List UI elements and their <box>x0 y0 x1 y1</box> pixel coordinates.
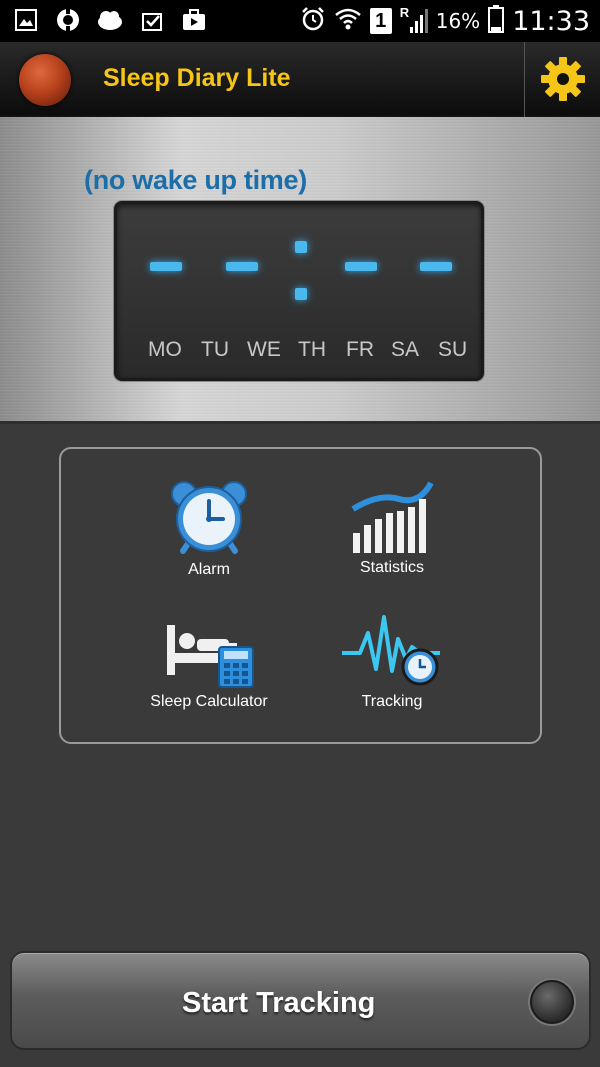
sim-icon: 1 <box>369 8 392 34</box>
wake-time-panel: (no wake up time) MO TU WE TH FR SA SU <box>0 117 600 424</box>
tracking-icon <box>342 615 440 686</box>
hour-digit-1-dash <box>150 262 182 271</box>
clipboard-check-icon <box>138 6 166 34</box>
app-header: Sleep Diary Lite <box>0 42 600 117</box>
day-th: TH <box>298 338 326 361</box>
battery-percent: 16% <box>435 9 481 33</box>
gear-icon <box>541 57 585 101</box>
menu-item-tracking[interactable]: Tracking <box>332 609 452 711</box>
minute-digit-2-dash <box>420 262 452 271</box>
sim-slot-label: 1 <box>375 10 387 32</box>
header-divider <box>524 42 525 117</box>
day-we: WE <box>247 338 281 361</box>
day-sa: SA <box>391 338 420 361</box>
statistics-icon <box>351 481 434 553</box>
menu-item-sleep-calculator-label: Sleep Calculator <box>150 693 268 710</box>
gallery-icon <box>12 6 40 34</box>
signal-icon: R <box>400 5 428 35</box>
indicator-light-icon <box>530 980 574 1024</box>
alarm-icon <box>300 6 326 37</box>
battery-icon <box>488 4 505 38</box>
day-fr: FR <box>346 338 374 361</box>
menu-item-alarm[interactable]: Alarm <box>149 479 269 579</box>
menu-item-sleep-calculator[interactable]: Sleep Calculator <box>131 617 287 711</box>
start-tracking-label: Start Tracking <box>182 987 376 1019</box>
alarm-clock-icon <box>171 481 247 554</box>
minute-digit-1-dash <box>345 262 377 271</box>
day-tu: TU <box>201 338 229 361</box>
app-title: Sleep Diary Lite <box>103 64 291 92</box>
clock-time: 11:33 <box>512 5 590 37</box>
colon-top <box>295 241 307 253</box>
start-tracking-button[interactable]: Start Tracking <box>10 951 591 1050</box>
sleep-calculator-icon <box>167 625 254 688</box>
main-menu: Alarm Statistics Sleep Calculator Tracki… <box>59 447 542 744</box>
day-su: SU <box>438 338 468 361</box>
colon-bottom <box>295 288 307 300</box>
app-logo-moon-icon <box>19 54 71 106</box>
video-briefcase-icon <box>180 6 208 34</box>
menu-item-alarm-label: Alarm <box>188 561 230 578</box>
weather-icon <box>96 6 124 34</box>
day-mo: MO <box>148 338 182 361</box>
menu-item-statistics[interactable]: Statistics <box>332 479 452 577</box>
settings-button[interactable] <box>538 54 588 104</box>
lifebuoy-icon <box>54 6 82 34</box>
wake-time-display[interactable]: MO TU WE TH FR SA SU <box>114 201 484 381</box>
wifi-icon <box>334 6 362 37</box>
menu-item-statistics-label: Statistics <box>359 559 424 576</box>
wake-time-label: (no wake up time) <box>84 165 307 195</box>
hour-digit-2-dash <box>226 262 258 271</box>
status-bar: 1 R 16% 11:33 <box>0 0 600 42</box>
menu-item-tracking-label: Tracking <box>361 693 423 710</box>
